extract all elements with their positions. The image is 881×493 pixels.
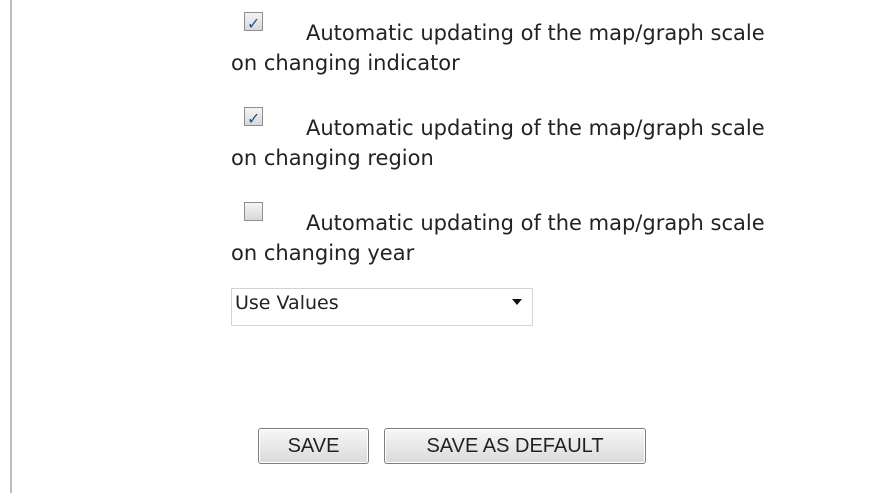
auto-update-region-checkbox[interactable] — [244, 104, 263, 134]
save-button[interactable]: SAVE — [258, 428, 369, 464]
option-label-line2: on changing indicator — [231, 51, 460, 75]
auto-update-year-checkbox[interactable] — [244, 202, 263, 221]
option-auto-update-region: Automatic updating of the map/graph scal… — [231, 104, 851, 173]
option-auto-update-indicator: Automatic updating of the map/graph scal… — [231, 9, 851, 78]
option-label-line2: on changing region — [231, 146, 434, 170]
scale-mode-selected-value: Use Values — [235, 292, 339, 314]
chevron-down-icon — [512, 299, 522, 305]
option-label-line2: on changing year — [231, 241, 415, 265]
option-auto-update-year: Automatic updating of the map/graph scal… — [231, 200, 851, 268]
scale-mode-select[interactable]: Use Values — [231, 288, 533, 326]
auto-update-indicator-checkbox[interactable] — [244, 9, 263, 39]
option-label-line1: Automatic updating of the map/graph scal… — [306, 21, 765, 45]
option-label-line1: Automatic updating of the map/graph scal… — [306, 116, 765, 140]
panel-left-border — [10, 0, 12, 493]
save-as-default-button[interactable]: SAVE AS DEFAULT — [384, 428, 646, 464]
option-label-line1: Automatic updating of the map/graph scal… — [306, 211, 765, 235]
